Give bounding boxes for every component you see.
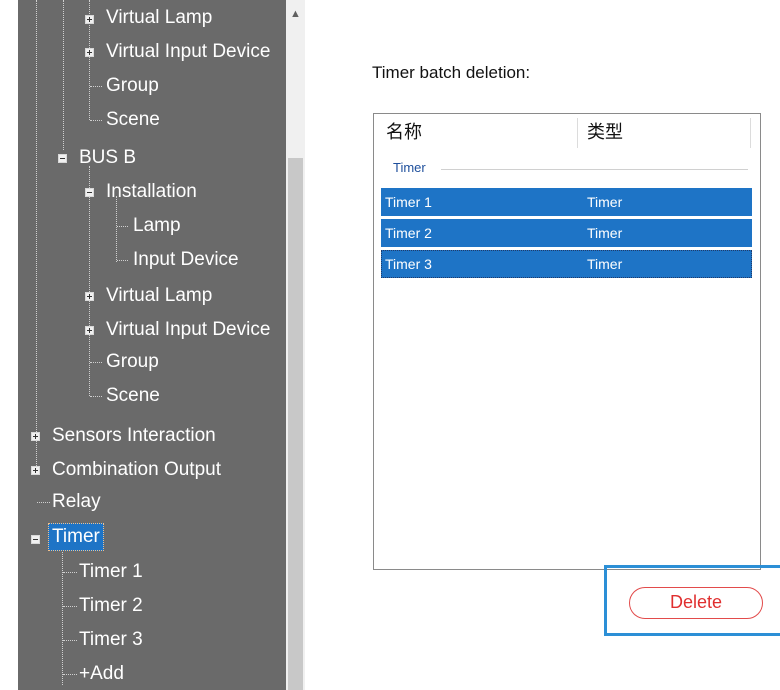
column-header-name[interactable]: 名称	[386, 114, 422, 150]
table-row[interactable]: Timer 1 Timer	[381, 188, 752, 216]
tree-item-group[interactable]: Group	[106, 347, 159, 377]
tree-branch-line	[63, 606, 77, 607]
tree-item-add[interactable]: +Add	[79, 659, 124, 689]
tree-item-label: Timer 3	[79, 629, 143, 650]
scrollbar-thumb[interactable]	[288, 158, 303, 690]
tree-item-label: Sensors Interaction	[52, 425, 216, 446]
tree-item-virtual-input-device[interactable]: Virtual Input Device	[106, 315, 270, 345]
tree-branch-line	[63, 572, 77, 573]
row-type: Timer	[587, 194, 623, 210]
expand-icon[interactable]	[31, 432, 40, 441]
tree-item-label: Scene	[106, 385, 160, 406]
tree-item-label: Lamp	[133, 215, 181, 236]
tree-item-label: Virtual Input Device	[106, 41, 271, 62]
tree-branch-line	[90, 362, 102, 363]
tree-scrollbar[interactable]: ▲	[286, 0, 305, 690]
delete-button[interactable]: Delete	[629, 587, 763, 619]
tree-item-installation[interactable]: Installation	[106, 177, 197, 207]
scroll-up-icon[interactable]: ▲	[286, 0, 305, 28]
tree-item-label: Timer	[48, 523, 104, 551]
tree-item-combination-output[interactable]: Combination Output	[52, 455, 221, 485]
row-name: Timer 1	[385, 194, 432, 210]
tree-item-label: Group	[106, 351, 159, 372]
tree-item-timer-1[interactable]: Timer 1	[79, 557, 143, 587]
row-name: Timer 2	[385, 225, 432, 241]
tree-guide-line	[63, 0, 64, 150]
tree-item-timer-3[interactable]: Timer 3	[79, 625, 143, 655]
tree-item-label: Timer 2	[79, 595, 143, 616]
section-title: Timer batch deletion:	[372, 63, 531, 82]
tree-item-timer[interactable]: Timer	[48, 522, 104, 552]
tree-item-label: Input Device	[133, 249, 239, 270]
collapse-icon[interactable]	[85, 188, 94, 197]
expand-icon[interactable]	[31, 466, 40, 475]
tree-item-label: +Add	[79, 663, 124, 684]
column-header-type[interactable]: 类型	[587, 114, 623, 150]
tree-item-label: Scene	[106, 109, 160, 130]
tree-branch-line	[63, 640, 77, 641]
tree-guide-line	[36, 0, 37, 472]
expand-icon[interactable]	[85, 292, 94, 301]
expand-icon[interactable]	[85, 15, 94, 24]
tree-item-label: Virtual Lamp	[106, 285, 213, 306]
tree-branch-line	[117, 226, 128, 227]
tree-item-virtual-lamp[interactable]: Virtual Lamp	[106, 281, 212, 311]
table-row[interactable]: Timer 2 Timer	[381, 219, 752, 247]
tree-item-lamp[interactable]: Lamp	[133, 211, 181, 241]
tree-item-group[interactable]: Group	[106, 71, 159, 101]
tree-item-scene[interactable]: Scene	[106, 105, 160, 135]
row-type: Timer	[587, 225, 623, 241]
tree-item-input-device[interactable]: Input Device	[133, 245, 239, 275]
tree-branch-line	[63, 674, 77, 675]
column-divider[interactable]	[750, 118, 751, 148]
tree-item-label: Timer 1	[79, 561, 143, 582]
tree-item-label: BUS B	[79, 147, 137, 168]
tree-branch-line	[90, 396, 102, 397]
row-type: Timer	[587, 256, 623, 272]
tree-branch-line	[90, 86, 102, 87]
timer-list[interactable]: 名称 类型 Timer Timer 1 Timer Timer 2 Timer …	[373, 113, 761, 570]
collapse-icon[interactable]	[58, 154, 67, 163]
tree-item-relay[interactable]: Relay	[52, 487, 101, 517]
tree-item-label: Group	[106, 75, 159, 96]
tree-branch-line	[90, 120, 102, 121]
tree-item-timer-2[interactable]: Timer 2	[79, 591, 143, 621]
tree-item-virtual-input-device[interactable]: Virtual Input Device	[106, 37, 270, 67]
group-header: Timer	[393, 160, 426, 175]
tree-item-virtual-lamp[interactable]: Virtual Lamp	[106, 3, 212, 33]
tree-guide-line	[62, 545, 63, 685]
table-row[interactable]: Timer 3 Timer	[381, 250, 752, 278]
tree-item-label: Relay	[52, 491, 101, 512]
tree-item-scene[interactable]: Scene	[106, 381, 160, 411]
row-name: Timer 3	[385, 256, 432, 272]
expand-icon[interactable]	[85, 326, 94, 335]
tree-branch-line	[117, 260, 128, 261]
tree-item-sensors-interaction[interactable]: Sensors Interaction	[52, 421, 216, 451]
tree-item-label: Installation	[106, 181, 197, 202]
tree-item-label: Virtual Lamp	[106, 7, 213, 28]
expand-icon[interactable]	[85, 48, 94, 57]
tree-branch-line	[37, 502, 50, 503]
column-divider[interactable]	[577, 118, 578, 148]
collapse-icon[interactable]	[31, 535, 40, 544]
tree-item-label: Combination Output	[52, 459, 221, 480]
tree-item-bus-b[interactable]: BUS B	[79, 143, 136, 173]
tree-item-label: Virtual Input Device	[106, 319, 271, 340]
group-divider	[441, 169, 748, 170]
tree-panel: Virtual Lamp Virtual Input Device Group …	[18, 0, 286, 690]
